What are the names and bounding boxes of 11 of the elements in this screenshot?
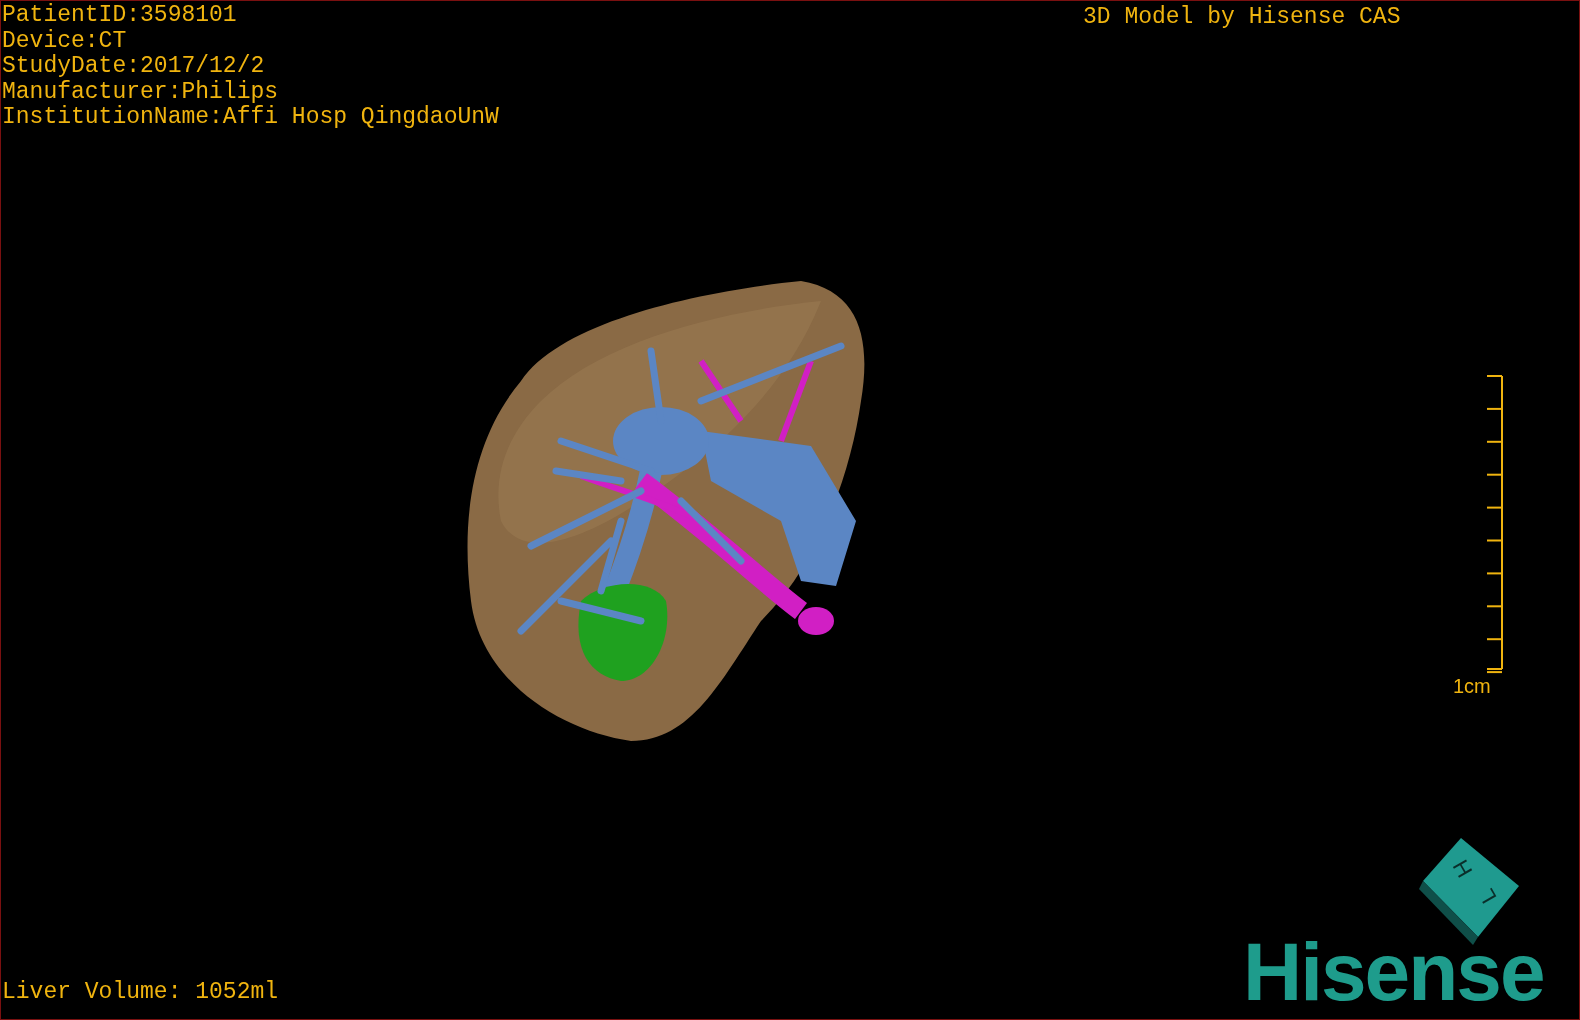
viewer-title: 3D Model by Hisense CAS bbox=[1083, 4, 1401, 30]
study-info-text: StudyDate:2017/12/2 bbox=[2, 54, 266, 80]
logo-text: Hisense bbox=[1243, 931, 1544, 1013]
study-info-text: Device:CT bbox=[2, 28, 128, 54]
study-info-text: InstitutionName:Affi Hosp QingdaoUnW bbox=[2, 105, 499, 131]
scale-label: 1cm bbox=[1453, 675, 1491, 698]
cube-face-label: L bbox=[1475, 885, 1501, 907]
study-info-text: Manufacturer:Philips bbox=[2, 79, 280, 105]
study-info-text: PatientID:3598101 bbox=[2, 3, 238, 29]
cube-face-label: H bbox=[1448, 856, 1476, 882]
liver-volume-text: Liver Volume: 1052ml bbox=[2, 979, 279, 1005]
